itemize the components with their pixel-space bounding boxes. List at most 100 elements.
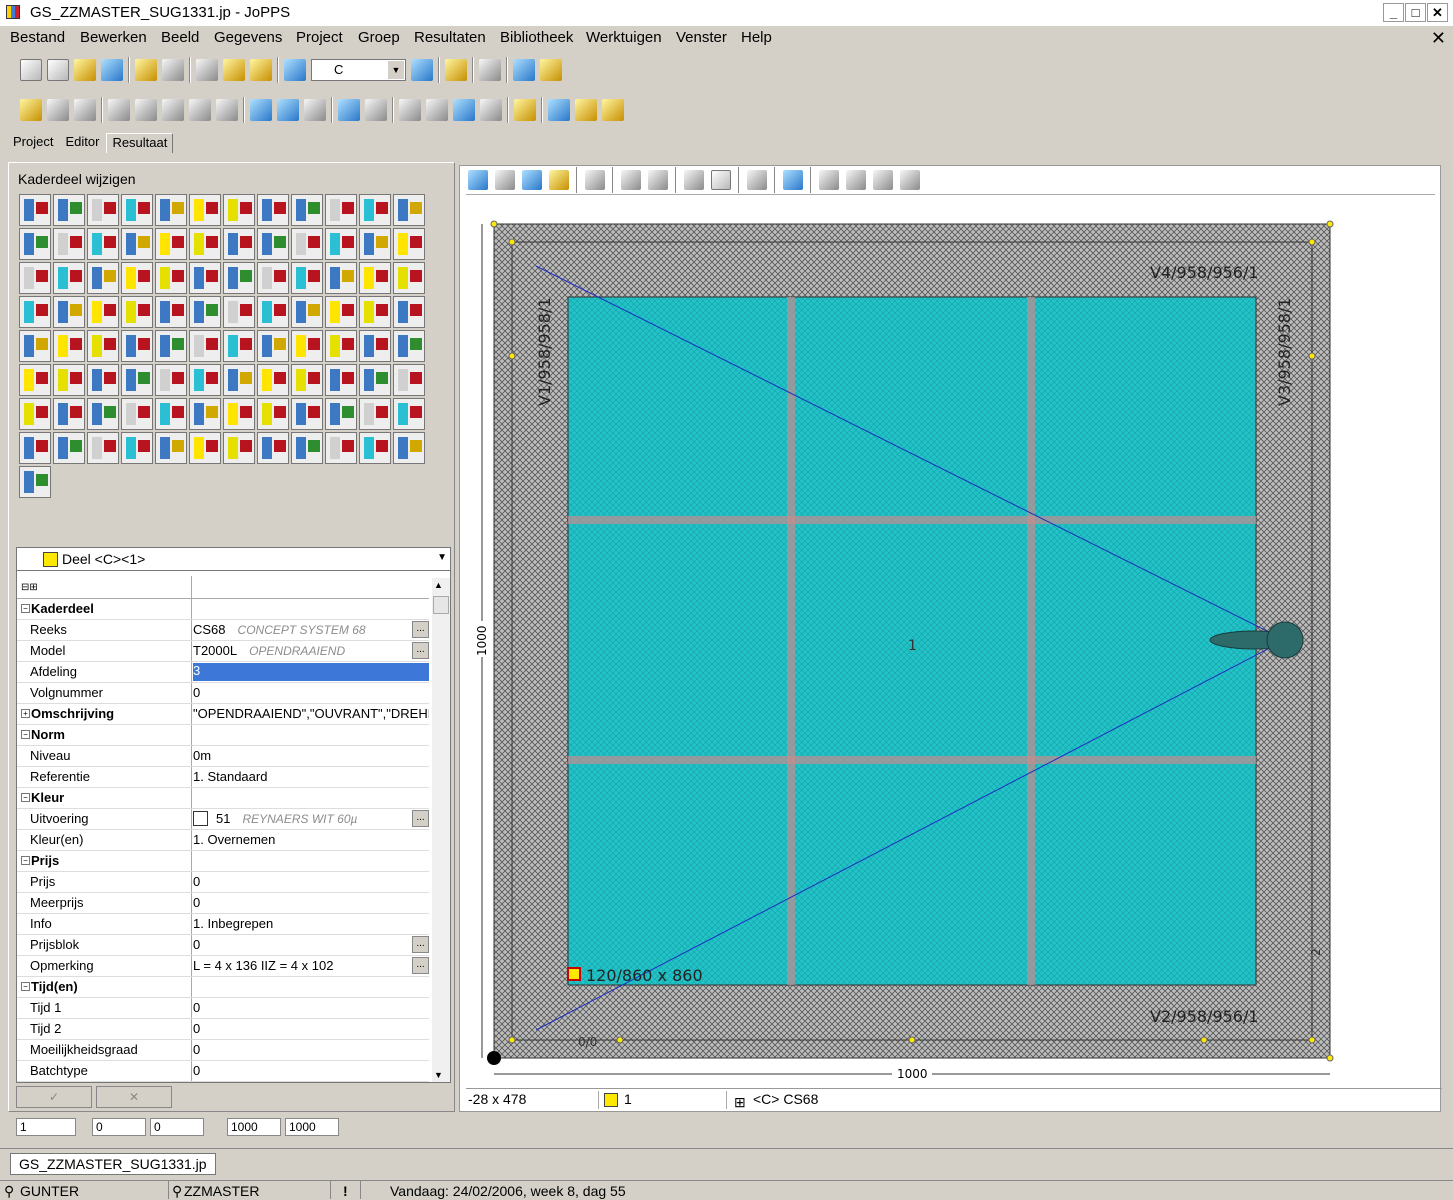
layers-icon[interactable] (549, 170, 569, 190)
menu-bestand[interactable]: Bestand (10, 29, 65, 46)
property-value[interactable]: 1. Standaard (193, 769, 429, 784)
tool-11-icon[interactable] (359, 194, 391, 226)
tool-79-icon[interactable] (223, 398, 255, 430)
tool-69-icon[interactable] (291, 364, 323, 396)
property-section[interactable]: − Norm (17, 725, 429, 746)
tool-81-icon[interactable] (291, 398, 323, 430)
properties-scrollbar[interactable]: ▲ ▼ (432, 578, 450, 1082)
percent-icon[interactable] (399, 99, 421, 121)
menu-bibliotheek[interactable]: Bibliotheek (500, 29, 573, 46)
tool-56-icon[interactable] (257, 330, 289, 362)
grid-icon[interactable] (284, 59, 306, 81)
property-row[interactable]: Prijsblok 0... (17, 935, 429, 956)
property-row[interactable]: Moeilijkheidsgraad 0 (17, 1040, 429, 1061)
cylinder-icon[interactable] (304, 99, 326, 121)
profile-icon[interactable] (189, 99, 211, 121)
open-folder-icon[interactable] (74, 59, 96, 81)
property-section[interactable]: − Kaderdeel (17, 599, 429, 620)
property-section[interactable]: − Kleur (17, 788, 429, 809)
tool-13-icon[interactable] (19, 228, 51, 260)
property-row[interactable]: Volgnummer 0 (17, 683, 429, 704)
property-value[interactable]: 0 (193, 1042, 429, 1057)
tool-68-icon[interactable] (257, 364, 289, 396)
tool-96-icon[interactable] (393, 432, 425, 464)
property-value[interactable]: "OPENDRAAIEND","OUVRANT","DREHFLÜGEL" (193, 706, 429, 721)
field-2[interactable]: 0 (92, 1118, 146, 1136)
next-icon[interactable] (873, 170, 893, 190)
browse-button[interactable]: ... (412, 621, 429, 638)
tool-61-icon[interactable] (19, 364, 51, 396)
tool-64-icon[interactable] (121, 364, 153, 396)
scroll-thumb[interactable] (433, 596, 449, 614)
property-row[interactable]: Batchtype 0 (17, 1061, 429, 1082)
property-value[interactable]: 0 (193, 1000, 429, 1015)
tool-86-icon[interactable] (53, 432, 85, 464)
arrows-icon[interactable] (548, 99, 570, 121)
hand-euro-icon[interactable] (365, 99, 387, 121)
mdi-close-icon[interactable]: ✕ (1431, 28, 1446, 49)
tool-76-icon[interactable] (121, 398, 153, 430)
tool-30-icon[interactable] (189, 262, 221, 294)
menu-beeld[interactable]: Beeld (161, 29, 199, 46)
tool-22-icon[interactable] (325, 228, 357, 260)
tool-12-icon[interactable] (393, 194, 425, 226)
tool-2-icon[interactable] (53, 194, 85, 226)
property-row[interactable]: Afdeling 3 (17, 662, 429, 683)
menu-bewerken[interactable]: Bewerken (80, 29, 147, 46)
property-value[interactable]: 0 (193, 1021, 429, 1036)
dimension-tool-icon[interactable] (47, 99, 69, 121)
tool-41-icon[interactable] (155, 296, 187, 328)
tool-46-icon[interactable] (325, 296, 357, 328)
tool-57-icon[interactable] (291, 330, 323, 362)
frame-tool-icon[interactable] (20, 99, 42, 121)
document-tab[interactable]: GS_ZZMASTER_SUG1331.jp (10, 1153, 216, 1175)
tool-1-icon[interactable] (19, 194, 51, 226)
prev-icon[interactable] (846, 170, 866, 190)
tool-63-icon[interactable] (87, 364, 119, 396)
menu-groep[interactable]: Groep (358, 29, 400, 46)
cube-icon[interactable] (277, 99, 299, 121)
align-icon[interactable] (135, 99, 157, 121)
tool-29-icon[interactable] (155, 262, 187, 294)
tool-95-icon[interactable] (359, 432, 391, 464)
tree-toggle-icon[interactable]: ⊟⊞ (21, 582, 38, 593)
tool-6-icon[interactable] (189, 194, 221, 226)
tool-75-icon[interactable] (87, 398, 119, 430)
chevron-down-icon[interactable]: ▼ (437, 552, 447, 563)
move-icon[interactable] (162, 99, 184, 121)
tool-65-icon[interactable] (155, 364, 187, 396)
menu-werktuigen[interactable]: Werktuigen (586, 29, 662, 46)
check-icon[interactable] (783, 170, 803, 190)
tool-47-icon[interactable] (359, 296, 391, 328)
property-row[interactable]: Prijs 0 (17, 872, 429, 893)
browse-button[interactable]: ... (412, 957, 429, 974)
height-field[interactable]: 1000 (285, 1118, 339, 1136)
window-drawing[interactable]: V4/958/956/1 V2/958/956/1 V1/958/958/1 V… (460, 196, 1440, 1086)
property-value[interactable]: 1. Overnemen (193, 832, 429, 847)
tool-87-icon[interactable] (87, 432, 119, 464)
minimize-button[interactable]: _ (1383, 3, 1404, 22)
part-selector[interactable]: Deel <C><1> ▼ (17, 548, 450, 571)
collapse-icon[interactable]: − (21, 730, 30, 739)
property-row[interactable]: Kleur(en) 1. Overnemen (17, 830, 429, 851)
tool-59-icon[interactable] (359, 330, 391, 362)
magic-wand-icon[interactable] (540, 59, 562, 81)
print-preview-icon[interactable] (135, 59, 157, 81)
tool-34-icon[interactable] (325, 262, 357, 294)
bar-chart-icon[interactable] (453, 99, 475, 121)
save-icon[interactable] (101, 59, 123, 81)
tool-36-icon[interactable] (393, 262, 425, 294)
property-section[interactable]: − Tijd(en) (17, 977, 429, 998)
tool-42-icon[interactable] (189, 296, 221, 328)
chart-euro-icon[interactable] (426, 99, 448, 121)
property-value[interactable]: 1. Inbegrepen (193, 916, 429, 931)
redo-icon[interactable] (648, 170, 668, 190)
tool-60-icon[interactable] (393, 330, 425, 362)
tool-84-icon[interactable] (393, 398, 425, 430)
property-row[interactable]: Reeks CS68 CONCEPT SYSTEM 68... (17, 620, 429, 641)
scroll-up-icon[interactable]: ▲ (434, 580, 443, 590)
table-euro-icon[interactable] (480, 99, 502, 121)
width-field[interactable]: 1000 (227, 1118, 281, 1136)
tool-39-icon[interactable] (87, 296, 119, 328)
tool-24-icon[interactable] (393, 228, 425, 260)
